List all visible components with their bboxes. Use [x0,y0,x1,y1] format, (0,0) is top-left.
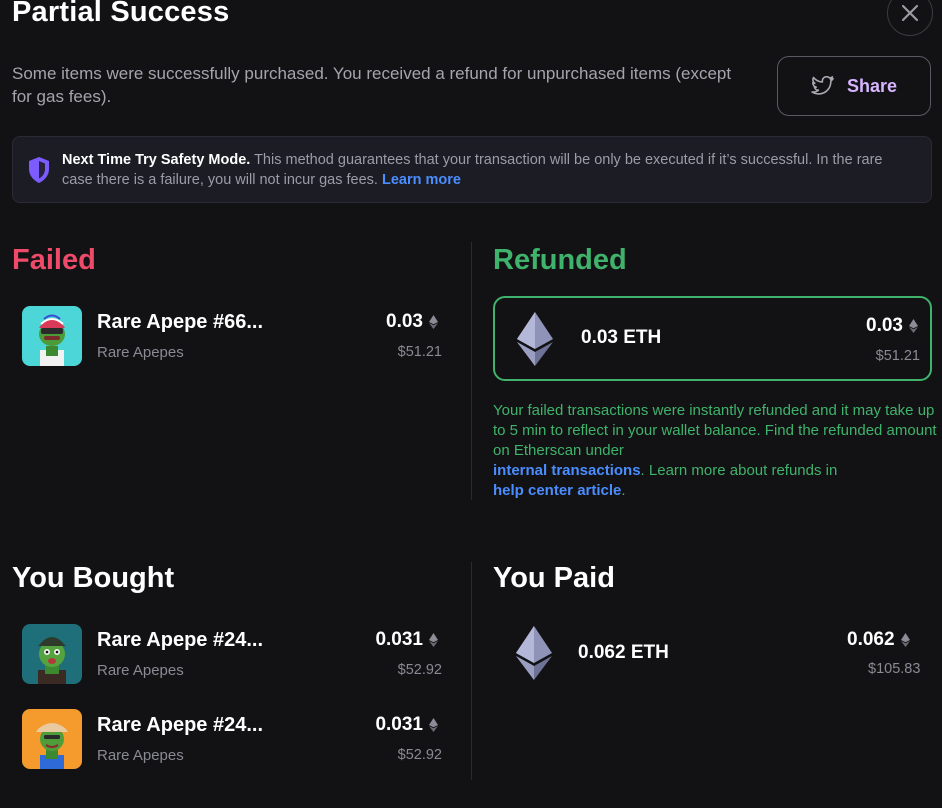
bought-item[interactable]: Rare Apepe #24... Rare Apepes 0.031 $52.… [22,709,442,769]
ethereum-icon [429,718,438,732]
page-subtitle: Some items were successfully purchased. … [12,64,732,106]
paid-price: 0.062 [847,629,910,651]
safety-mode-banner: Next Time Try Safety Mode. This method g… [12,136,932,203]
paid-price-value: 0.062 [847,629,895,650]
refund-price: 0.03 [866,315,918,337]
paid-usd: $105.83 [868,661,921,677]
item-price-value: 0.03 [386,311,423,332]
item-usd: $52.92 [397,747,442,763]
share-button[interactable]: Share [777,56,931,116]
refund-usd: $51.21 [875,348,920,364]
safety-mode-title: Next Time Try Safety Mode. [62,152,251,168]
item-collection: Rare Apepes [97,344,184,361]
item-price-value: 0.031 [375,714,423,735]
item-name: Rare Apepe #24... [97,714,264,736]
close-button[interactable] [887,0,933,36]
learn-more-link[interactable]: Learn more [382,172,461,188]
failed-item[interactable]: Rare Apepe #66... Rare Apepes 0.03 $51.2… [22,306,442,366]
ethereum-icon [909,319,918,333]
page-title: Partial Success [12,0,230,28]
you-bought-title: You Bought [12,562,175,594]
failed-title: Failed [12,244,96,276]
item-price: 0.031 [375,629,438,651]
column-divider-bottom [471,562,472,780]
item-name: Rare Apepe #66... [97,311,264,333]
column-divider-top [471,242,472,500]
item-price-value: 0.031 [375,629,423,650]
item-usd: $51.21 [397,344,442,360]
shield-icon [29,157,49,183]
ethereum-icon [429,633,438,647]
help-center-article-link[interactable]: help center article [493,482,621,499]
nft-thumbnail [22,306,82,366]
refunded-title: Refunded [493,244,627,276]
internal-transactions-link[interactable]: internal transactions [493,462,641,479]
ethereum-icon [429,315,438,329]
bought-item[interactable]: Rare Apepe #24... Rare Apepes 0.031 $52.… [22,624,442,684]
item-price: 0.03 [386,311,438,333]
twitter-bird-icon [811,76,834,95]
refund-card: 0.03 ETH 0.03 $51.21 [493,296,932,381]
you-paid-title: You Paid [493,562,615,594]
refund-note: Your failed transactions were instantly … [493,401,938,501]
nft-thumbnail [22,624,82,684]
refund-note-text-2: . Learn more about refunds in [640,462,838,479]
refund-note-text: Your failed transactions were instantly … [493,402,937,459]
item-price: 0.031 [375,714,438,736]
share-label: Share [846,75,898,96]
refund-price-value: 0.03 [866,315,903,336]
item-usd: $52.92 [397,662,442,678]
item-name: Rare Apepe #24... [97,629,264,651]
close-icon [901,4,919,22]
item-collection: Rare Apepes [97,662,184,679]
item-collection: Rare Apepes [97,747,184,764]
paid-amount-label: 0.062 ETH [578,642,669,663]
safety-mode-text: Next Time Try Safety Mode. This method g… [62,150,902,190]
ethereum-icon [516,626,552,680]
ethereum-icon [900,633,910,647]
ethereum-icon [517,312,553,366]
refund-note-text-3: . [621,482,626,499]
refund-amount-label: 0.03 ETH [581,327,662,348]
nft-thumbnail [22,709,82,769]
